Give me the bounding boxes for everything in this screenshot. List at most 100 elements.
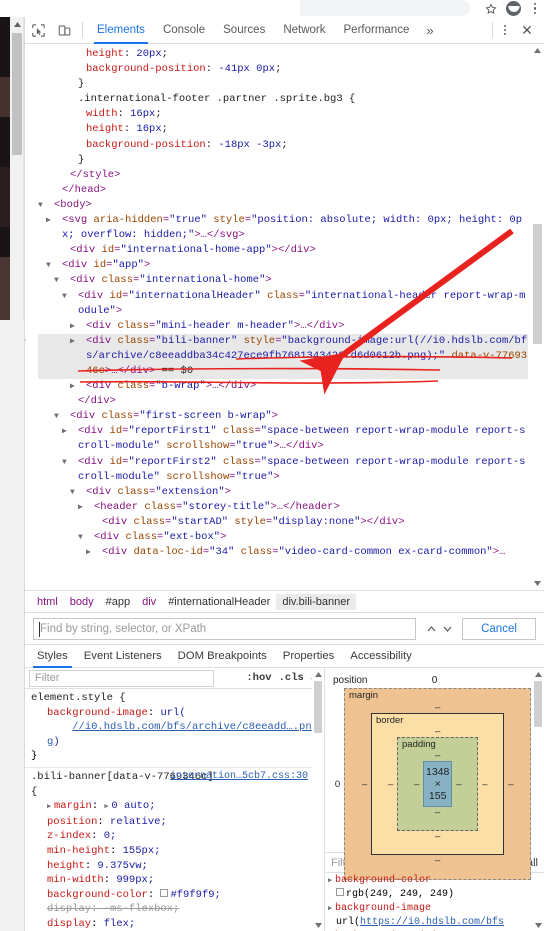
dom-node-line[interactable]: ▼ <div id="app"> bbox=[38, 258, 528, 273]
computed-url-link[interactable]: https://i0.hdslb.com/bfs bbox=[360, 917, 504, 928]
border-top-value[interactable]: – bbox=[384, 726, 491, 737]
breadcrumb-html[interactable]: html bbox=[31, 594, 64, 610]
dom-node-line[interactable]: <div id="international-home-app"></div> bbox=[38, 243, 528, 258]
padding-left-value[interactable]: – bbox=[410, 779, 423, 790]
border-left-value[interactable]: – bbox=[384, 779, 397, 790]
css-rule[interactable]: element.style {background-image: url( //… bbox=[25, 689, 312, 768]
css-property-value[interactable]: relative; bbox=[110, 816, 167, 828]
computed-scroll-down-icon[interactable] bbox=[533, 920, 544, 931]
dom-node-line[interactable]: ▶ <div id="reportFirst1" class="space-bet… bbox=[38, 424, 528, 454]
css-property-value[interactable]: 999px; bbox=[116, 874, 154, 886]
disclosure-triangle-open-icon[interactable]: ▼ bbox=[62, 455, 78, 470]
css-property-value[interactable]: url( bbox=[160, 707, 185, 719]
cls-button[interactable]: .cls bbox=[279, 672, 304, 684]
css-scroll-down-icon[interactable] bbox=[312, 919, 324, 931]
dom-node-line[interactable]: ▼ <div id="reportFirst2" class="space-bet… bbox=[38, 455, 528, 485]
disclosure-triangle-open-icon[interactable]: ▼ bbox=[54, 273, 70, 288]
disclosure-triangle-open-icon[interactable]: ▼ bbox=[78, 530, 94, 545]
margin-left-value[interactable]: – bbox=[358, 779, 371, 790]
css-url-link[interactable]: //i0.hdslb.com/bfs/archive/c8eeadd….png bbox=[47, 721, 312, 748]
css-declaration[interactable]: min-height: 155px; bbox=[31, 844, 312, 859]
hov-button[interactable]: :hov bbox=[246, 672, 271, 684]
inspect-element-icon[interactable] bbox=[25, 17, 51, 43]
css-property-value[interactable]: 0; bbox=[104, 830, 117, 842]
page-scrollbar-thumb[interactable] bbox=[12, 33, 22, 155]
tab-accessibility[interactable]: Accessibility bbox=[342, 644, 420, 668]
css-property-value[interactable]: #f9f9f9; bbox=[170, 889, 220, 901]
tab-styles[interactable]: Styles bbox=[29, 644, 76, 668]
margin-bottom-value[interactable]: – bbox=[358, 855, 517, 866]
breadcrumb-app[interactable]: #app bbox=[100, 594, 136, 610]
dom-tree-scrollbar[interactable] bbox=[531, 44, 544, 590]
css-property-value[interactable]: -ms-flexbox; bbox=[104, 903, 180, 915]
tab-sources[interactable]: Sources bbox=[214, 17, 274, 44]
cancel-button[interactable]: Cancel bbox=[462, 617, 536, 640]
css-scroll-up-icon[interactable] bbox=[312, 668, 324, 680]
find-next-icon[interactable] bbox=[440, 620, 454, 638]
css-property-value[interactable]: flex; bbox=[104, 918, 136, 930]
css-declaration[interactable]: height: 9.375vw; bbox=[31, 859, 312, 874]
more-tabs-button[interactable]: » bbox=[418, 17, 441, 44]
padding-bottom-value[interactable]: – bbox=[410, 807, 465, 818]
css-rule-selector[interactable]: element.style { bbox=[31, 691, 312, 706]
page-scrollbar[interactable] bbox=[10, 17, 24, 320]
dom-node-line[interactable]: ▶ <svg aria-hidden="true" style="position… bbox=[38, 213, 528, 243]
search-input[interactable]: Find by string, selector, or XPath bbox=[33, 617, 416, 640]
computed-property-row[interactable]: ▶ background-color rgb(249, 249, 249) bbox=[325, 874, 533, 902]
css-declaration[interactable]: display: -ms-flexbox; bbox=[31, 902, 312, 917]
disclosure-triangle-closed-icon[interactable]: ▶ bbox=[78, 500, 94, 515]
tab-event-listeners[interactable]: Event Listeners bbox=[76, 644, 170, 668]
css-rule[interactable]: .bili-banner[data-v-7769346c] {internati… bbox=[25, 768, 312, 931]
disclosure-triangle-open-icon[interactable]: ▼ bbox=[54, 409, 70, 424]
disclosure-triangle-closed-icon[interactable]: ▶ bbox=[70, 379, 86, 394]
dom-node-line[interactable]: ▼ <div class="first-screen b-wrap"> bbox=[38, 409, 528, 424]
bookmark-star-icon[interactable] bbox=[485, 2, 497, 15]
disclosure-triangle-closed-icon[interactable]: ▶ bbox=[86, 545, 102, 560]
dom-node-line[interactable]: } bbox=[38, 153, 528, 168]
dom-node-line[interactable]: ▼ <div class="extension"> bbox=[38, 485, 528, 500]
position-top-value[interactable]: 0 bbox=[432, 675, 438, 686]
dom-scroll-up-icon[interactable] bbox=[531, 44, 544, 57]
metrics-scroll-up-icon[interactable] bbox=[532, 668, 544, 680]
page-scroll-up-icon[interactable] bbox=[10, 17, 24, 31]
dom-node-line[interactable]: ▶ <header class="storey-title">…</header> bbox=[38, 500, 528, 515]
profile-avatar-icon[interactable] bbox=[506, 1, 521, 16]
disclosure-triangle-open-icon[interactable]: ▼ bbox=[70, 485, 86, 500]
dom-node-line[interactable]: width: 16px; bbox=[38, 107, 528, 122]
dom-node-selected[interactable]: ⋯▶<div class="bili-banner" style="backgr… bbox=[25, 333, 528, 380]
css-declaration[interactable]: z-index: 0; bbox=[31, 829, 312, 844]
selected-dom-node[interactable]: ⋯▶<div class="bili-banner" style="backgr… bbox=[25, 333, 528, 380]
tab-console[interactable]: Console bbox=[154, 17, 214, 44]
css-property-value[interactable]: 155px; bbox=[123, 845, 161, 857]
margin-top-value[interactable]: – bbox=[358, 702, 517, 713]
metrics-scrollbar-thumb[interactable] bbox=[534, 681, 542, 727]
computed-expand-icon[interactable]: ▶ bbox=[328, 874, 335, 888]
breadcrumb-div[interactable]: div bbox=[136, 594, 162, 610]
devtools-menu-icon[interactable] bbox=[500, 23, 510, 37]
css-declaration[interactable]: background-color: #f9f9f9; bbox=[31, 888, 312, 903]
dom-node-line[interactable]: height: 20px; bbox=[38, 47, 528, 62]
computed-color-swatch[interactable] bbox=[336, 888, 344, 897]
declaration-expand-icon[interactable]: ▶ bbox=[47, 800, 54, 815]
dom-scroll-down-icon[interactable] bbox=[531, 577, 544, 590]
tab-dom-breakpoints[interactable]: DOM Breakpoints bbox=[170, 644, 275, 668]
dom-node-line[interactable]: ▶ <div class="mini-header m-header">…</di… bbox=[38, 319, 528, 334]
box-model-scrollbar[interactable] bbox=[532, 668, 544, 853]
css-property-value[interactable]: 9.375vw; bbox=[97, 860, 147, 872]
breadcrumb-body[interactable]: body bbox=[64, 594, 100, 610]
dom-node-line[interactable]: ▼ <body> bbox=[38, 198, 528, 213]
tab-elements[interactable]: Elements bbox=[88, 17, 154, 44]
dom-node-line[interactable]: background-position: -41px 0px; bbox=[38, 62, 528, 77]
dom-node-line[interactable]: ▼ <div class="international-home"> bbox=[38, 273, 528, 288]
disclosure-triangle-open-icon[interactable]: ▼ bbox=[38, 198, 54, 213]
css-declaration[interactable]: display: flex; bbox=[31, 917, 312, 931]
color-swatch[interactable] bbox=[160, 888, 169, 897]
computed-property-value[interactable]: url(https://i0.hdslb.com/bfs bbox=[325, 916, 533, 930]
tab-performance[interactable]: Performance bbox=[335, 17, 419, 44]
dom-node-line[interactable]: height: 16px; bbox=[38, 122, 528, 137]
disclosure-triangle-closed-icon[interactable]: ▶ bbox=[62, 424, 78, 439]
dom-node-line[interactable]: .international-footer .partner .sprite.b… bbox=[38, 92, 528, 107]
css-declaration[interactable]: ▶ margin: ▶ 0 auto; bbox=[31, 799, 312, 815]
tab-network[interactable]: Network bbox=[274, 17, 334, 44]
border-right-value[interactable]: – bbox=[478, 779, 491, 790]
